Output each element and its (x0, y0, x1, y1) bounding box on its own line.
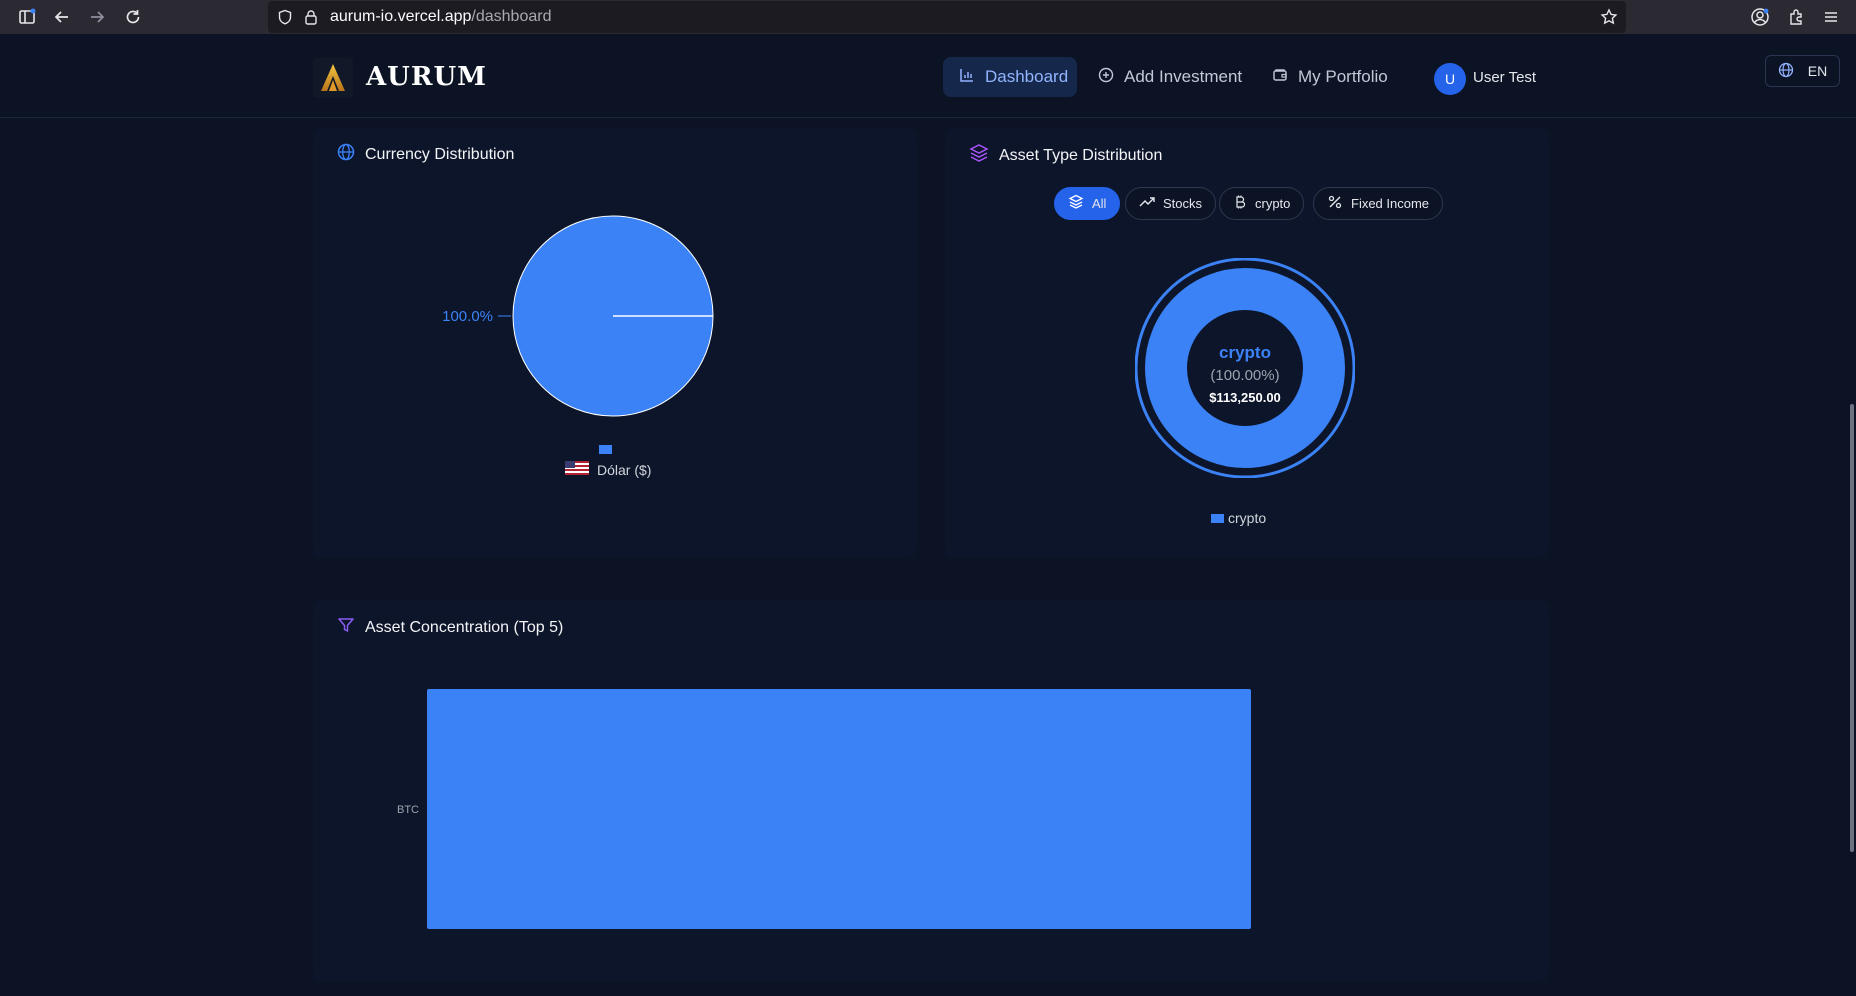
bitcoin-icon (1233, 194, 1247, 213)
donut-center-amount: $113,250.00 (1209, 390, 1281, 405)
bar-btc[interactable] (427, 689, 1251, 929)
wallet-icon (1272, 67, 1288, 88)
asset-type-distribution-title: Asset Type Distribution (999, 146, 1163, 164)
aurum-logo[interactable] (313, 58, 353, 98)
reload-icon[interactable] (120, 4, 146, 30)
currency-legend-item[interactable]: Dólar ($) (565, 461, 651, 478)
filter-fixed-income-label: Fixed Income (1351, 196, 1430, 211)
layers-icon (1068, 194, 1084, 213)
layers-icon (969, 143, 989, 168)
bar-category-label: BTC (397, 804, 419, 816)
user-name[interactable]: User Test (1473, 69, 1536, 86)
brand-name: AURUM (366, 62, 487, 92)
page-scrollbar[interactable] (1850, 404, 1854, 852)
asset-type-distribution-header: Asset Type Distribution (969, 143, 1162, 168)
currency-pie-chart: 100.0% (442, 215, 714, 417)
asset-type-donut-chart: crypto (100.00%) $113,250.00 (1135, 258, 1355, 478)
url-path: /dashboard (471, 8, 552, 25)
filter-crypto-label: crypto (1255, 196, 1291, 211)
account-icon[interactable] (1747, 4, 1773, 30)
url-text[interactable]: aurum-io.vercel.app/dashboard (330, 8, 551, 26)
filter-all[interactable]: All (1054, 187, 1121, 220)
legend-swatch (599, 445, 612, 454)
nav-add-investment[interactable]: Add Investment (1082, 57, 1258, 97)
nav-my-portfolio[interactable]: My Portfolio (1256, 57, 1404, 97)
donut-center-percent: (100.00%) (1210, 367, 1279, 384)
nav-dashboard[interactable]: Dashboard (943, 57, 1077, 97)
bookmark-star-icon[interactable] (1600, 8, 1618, 31)
address-bar[interactable]: aurum-io.vercel.app/dashboard (268, 1, 1626, 33)
plus-circle-icon (1098, 67, 1114, 88)
sidebar-toggle-icon[interactable] (14, 4, 40, 30)
language-selector[interactable]: EN (1765, 55, 1840, 87)
extensions-icon[interactable] (1783, 4, 1809, 30)
asset-type-legend-label: crypto (1228, 510, 1267, 526)
shield-icon[interactable] (277, 9, 293, 30)
forward-icon[interactable] (84, 4, 110, 30)
filter-fixed-income[interactable]: Fixed Income (1313, 187, 1444, 220)
filter-all-label: All (1092, 196, 1107, 211)
language-label: EN (1807, 63, 1828, 79)
asset-concentration-bar-chart: BTC (397, 689, 1251, 929)
filter-stocks[interactable]: Stocks (1125, 187, 1217, 220)
nav-my-portfolio-label: My Portfolio (1298, 67, 1388, 86)
percent-icon (1327, 194, 1343, 213)
browser-toolbar: aurum-io.vercel.app/dashboard (0, 0, 1856, 34)
nav-add-investment-label: Add Investment (1124, 67, 1243, 86)
bar-chart-icon (959, 67, 975, 88)
user-avatar[interactable]: U (1434, 63, 1466, 95)
trending-up-icon (1139, 194, 1155, 213)
donut-center-name: crypto (1219, 343, 1271, 362)
app-header: AURUM Dashboard Add Investment My Portfo… (0, 34, 1856, 118)
lock-icon[interactable] (304, 9, 318, 30)
filter-stocks-label: Stocks (1163, 196, 1203, 211)
filter-crypto[interactable]: crypto (1219, 187, 1305, 220)
us-flag-icon (565, 461, 589, 478)
globe-icon (1778, 62, 1794, 81)
back-icon[interactable] (49, 4, 75, 30)
legend-swatch (1211, 513, 1224, 523)
pie-slice-label: 100.0% (442, 308, 493, 325)
url-host: aurum-io.vercel.app (330, 8, 472, 25)
asset-type-legend-item[interactable]: crypto (1211, 510, 1266, 526)
menu-icon[interactable] (1818, 4, 1844, 30)
nav-dashboard-label: Dashboard (985, 67, 1069, 86)
currency-legend-label: Dólar ($) (597, 461, 652, 478)
